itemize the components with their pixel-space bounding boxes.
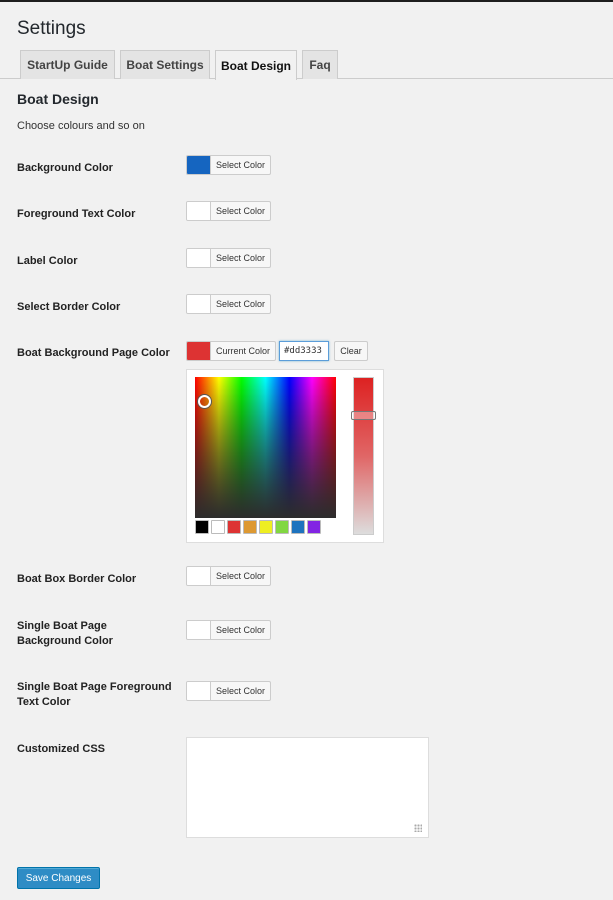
palette-swatch-black[interactable] (195, 520, 209, 534)
background-color-swatch (187, 156, 211, 174)
single-boat-page-fg-text-color-label: Single Boat Page Foreground Text Color (17, 680, 182, 710)
palette-swatch-yellow[interactable] (259, 520, 273, 534)
settings-tabs: StartUp Guide Boat Settings Boat Design … (0, 49, 613, 80)
palette-swatch-white[interactable] (211, 520, 225, 534)
customized-css-textarea[interactable] (186, 737, 429, 838)
palette-swatch-blue[interactable] (291, 520, 305, 534)
boat-box-border-color-button[interactable]: Select Color (186, 566, 272, 586)
background-color-button[interactable]: Select Color (186, 155, 272, 175)
single-boat-page-bg-color-swatch (187, 621, 211, 639)
color-palette (195, 520, 321, 534)
color-saturation-square[interactable] (195, 377, 336, 518)
foreground-text-color-button-label: Select Color (216, 206, 266, 216)
palette-swatch-red[interactable] (227, 520, 241, 534)
boat-background-page-color-swatch (187, 342, 211, 360)
customized-css-label: Customized CSS (17, 743, 106, 755)
label-color-button[interactable]: Select Color (186, 248, 272, 268)
color-picker-panel (186, 369, 384, 543)
boat-background-page-color-button-label: Current Color (216, 346, 271, 356)
clear-button[interactable]: Clear (334, 341, 368, 361)
textarea-resize-grip-icon[interactable] (414, 824, 422, 832)
select-border-color-label: Select Border Color (17, 301, 121, 313)
single-boat-page-bg-color-label-line2: Background Color (17, 635, 113, 647)
tab-startup-guide[interactable]: StartUp Guide (20, 50, 115, 79)
boat-box-border-color-swatch (187, 567, 211, 585)
label-color-button-label: Select Color (216, 253, 266, 263)
boat-background-page-color-label: Boat Background Page Color (17, 347, 170, 359)
single-boat-page-fg-text-color-button[interactable]: Select Color (186, 681, 272, 701)
tab-boat-design[interactable]: Boat Design (215, 50, 297, 80)
select-border-color-swatch (187, 295, 211, 313)
single-boat-page-fg-text-color-label-line2: Text Color (17, 696, 71, 708)
hue-slider[interactable] (351, 377, 376, 535)
tab-boat-settings[interactable]: Boat Settings (120, 50, 210, 79)
background-color-label: Background Color (17, 162, 113, 174)
boat-box-border-color-button-label: Select Color (216, 571, 266, 581)
single-boat-page-bg-color-label-line1: Single Boat Page (17, 620, 107, 632)
hue-slider-handle[interactable] (351, 411, 376, 420)
boat-box-border-color-label: Boat Box Border Color (17, 573, 137, 585)
palette-swatch-green[interactable] (275, 520, 289, 534)
single-boat-page-bg-color-button-label: Select Color (216, 625, 266, 635)
single-boat-page-bg-color-button[interactable]: Select Color (186, 620, 272, 640)
boat-background-page-color-button[interactable]: Current Color (186, 341, 277, 361)
tab-faq[interactable]: Faq (302, 50, 338, 79)
foreground-text-color-label: Foreground Text Color (17, 208, 136, 220)
foreground-text-color-swatch (187, 202, 211, 220)
single-boat-page-bg-color-label: Single Boat Page Background Color (17, 619, 182, 649)
palette-swatch-orange[interactable] (243, 520, 257, 534)
saturation-handle[interactable] (198, 395, 211, 408)
page-title: Settings (17, 18, 86, 39)
background-color-button-label: Select Color (216, 160, 266, 170)
single-boat-page-fg-text-color-label-line1: Single Boat Page Foreground (17, 681, 172, 693)
section-title: Boat Design (17, 91, 99, 107)
save-changes-button[interactable]: Save Changes (17, 867, 100, 889)
label-color-swatch (187, 249, 211, 267)
select-border-color-button[interactable]: Select Color (186, 294, 272, 314)
hex-color-input[interactable] (279, 341, 329, 361)
label-color-label: Label Color (17, 255, 78, 267)
foreground-text-color-button[interactable]: Select Color (186, 201, 272, 221)
section-description: Choose colours and so on (17, 120, 145, 132)
single-boat-page-fg-text-color-swatch (187, 682, 211, 700)
palette-swatch-purple[interactable] (307, 520, 321, 534)
select-border-color-button-label: Select Color (216, 299, 266, 309)
single-boat-page-fg-text-color-button-label: Select Color (216, 686, 266, 696)
